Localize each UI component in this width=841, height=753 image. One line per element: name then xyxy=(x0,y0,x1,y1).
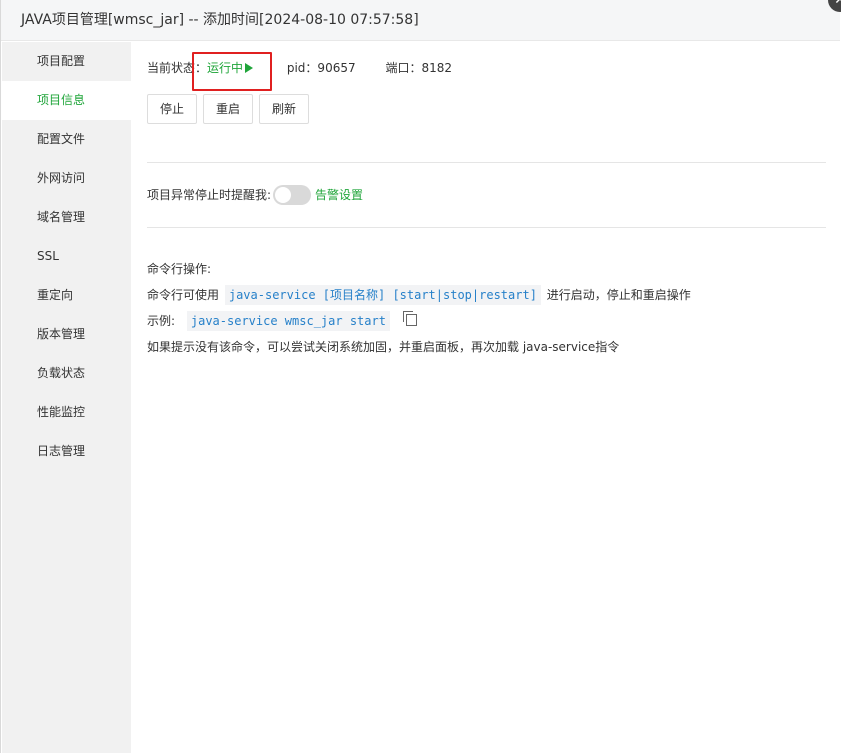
project-dialog: JAVA项目管理[wmsc_jar] -- 添加时间[2024-08-10 07… xyxy=(0,0,841,753)
sidebar-item-performance-monitor[interactable]: 性能监控 xyxy=(2,393,131,432)
alert-settings-link[interactable]: 告警设置 xyxy=(315,160,363,230)
refresh-button[interactable]: 刷新 xyxy=(259,94,310,124)
cmd-block: 命令行操作: 命令行可使用 java-service [项目名称] [start… xyxy=(147,228,826,360)
highlight-box xyxy=(192,52,272,91)
cmd-example-label: 示例: xyxy=(147,314,176,328)
sidebar-item-ssl[interactable]: SSL xyxy=(2,237,131,276)
sidebar-item-domain-management[interactable]: 域名管理 xyxy=(2,198,131,237)
sidebar-item-load-status[interactable]: 负载状态 xyxy=(2,354,131,393)
alert-row: 项目异常停止时提醒我: 告警设置 xyxy=(147,163,826,227)
cmd-usage-code: java-service [项目名称] [start|stop|restart] xyxy=(224,285,541,305)
toggle-knob xyxy=(275,187,292,203)
cmd-hint: 如果提示没有该命令，可以尝试关闭系统加固，并重启面板，再次加载 java-ser… xyxy=(147,340,620,354)
sidebar-item-log-management[interactable]: 日志管理 xyxy=(2,432,131,471)
cmd-usage-suffix: 进行启动，停止和重启操作 xyxy=(546,288,691,302)
port-text: 端口：8182 xyxy=(385,61,452,75)
alert-toggle[interactable] xyxy=(273,185,312,205)
sidebar-item-project-config[interactable]: 项目配置 xyxy=(2,42,131,81)
stop-button[interactable]: 停止 xyxy=(147,94,198,124)
action-buttons: 停止 重启 刷新 xyxy=(147,94,826,124)
cmd-example-code: java-service wmsc_jar start xyxy=(186,311,390,331)
pid-text: pid：90657 xyxy=(286,61,356,75)
sidebar: 项目配置 项目信息 配置文件 外网访问 域名管理 SSL 重定向 版本管理 负载… xyxy=(2,42,131,753)
sidebar-item-config-file[interactable]: 配置文件 xyxy=(2,120,131,159)
sidebar-item-version-management[interactable]: 版本管理 xyxy=(2,315,131,354)
cmd-usage: 命令行可使用 java-service [项目名称] [start|stop|r… xyxy=(147,282,826,308)
sidebar-item-redirect[interactable]: 重定向 xyxy=(2,276,131,315)
cmd-title: 命令行操作: xyxy=(147,262,212,276)
sidebar-item-external-access[interactable]: 外网访问 xyxy=(2,159,131,198)
cmd-example: 示例: java-service wmsc_jar start xyxy=(147,308,826,334)
cmd-usage-prefix: 命令行可使用 xyxy=(147,288,220,302)
project-info-panel: 当前状态：运行中 pid：90657 端口：8182 停止 重启 刷新 项目异常停止… xyxy=(147,42,826,360)
copy-icon[interactable] xyxy=(402,311,417,326)
sidebar-item-project-info[interactable]: 项目信息 xyxy=(2,81,131,120)
dialog-title: JAVA项目管理[wmsc_jar] -- 添加时间[2024-08-10 07… xyxy=(1,0,840,41)
status-row: 当前状态：运行中 pid：90657 端口：8182 xyxy=(147,42,826,94)
restart-button[interactable]: 重启 xyxy=(203,94,254,124)
alert-label: 项目异常停止时提醒我: xyxy=(147,188,272,202)
